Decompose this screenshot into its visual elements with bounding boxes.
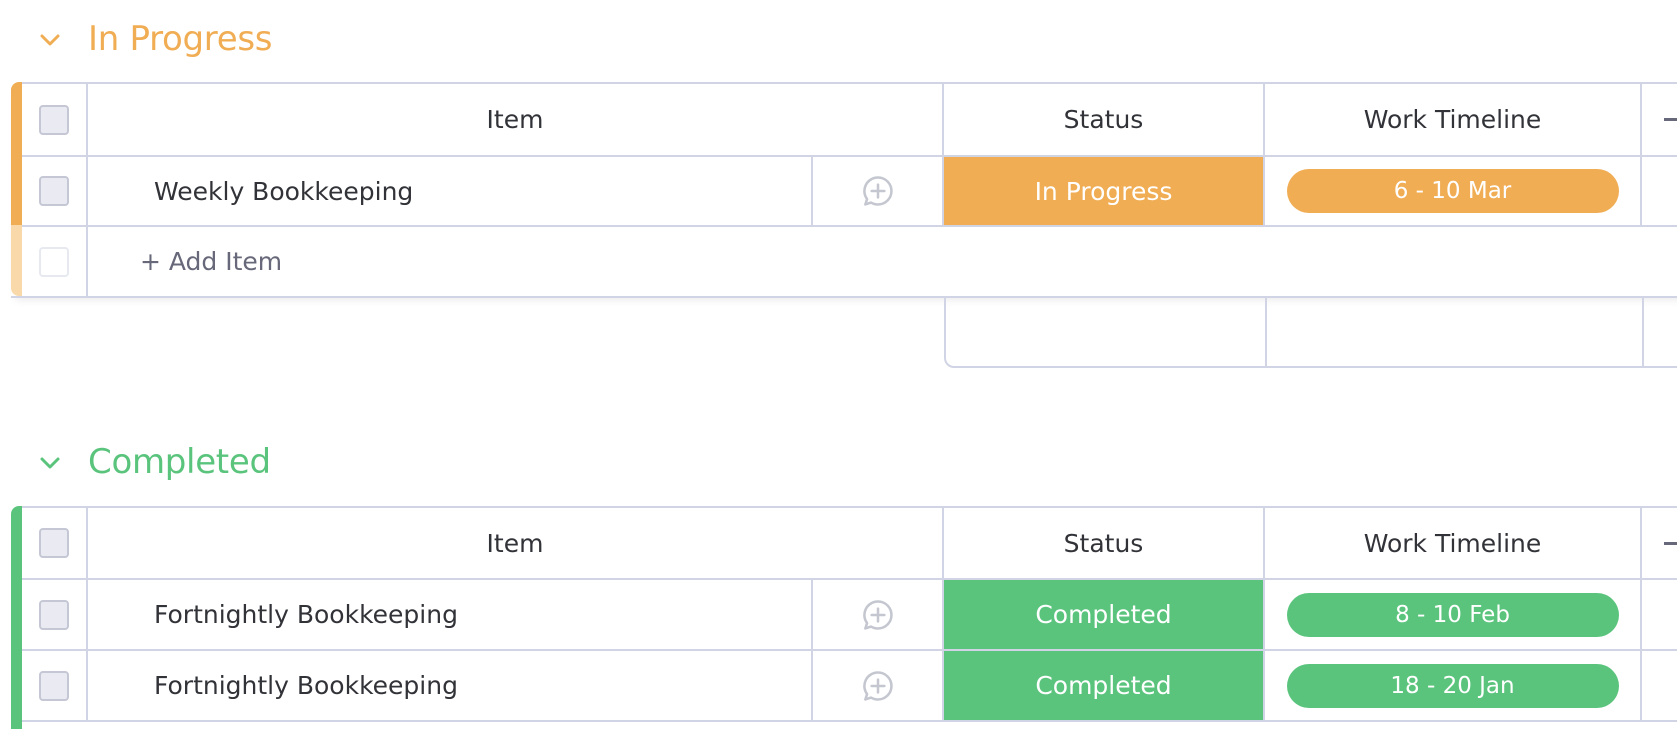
row-checkbox[interactable] xyxy=(39,670,69,701)
table-header-row: Item Status Work Timeline xyxy=(11,506,1677,578)
column-header-label: Work Timeline xyxy=(1363,105,1542,134)
group-table-in-progress: Item Status Work Timeline Weekly Bookkee… xyxy=(11,82,1677,298)
timeline-label: 18 - 20 Jan xyxy=(1390,672,1515,699)
group-color-bar xyxy=(11,225,22,296)
column-header-status[interactable]: Status xyxy=(944,506,1265,578)
item-name[interactable]: Weekly Bookkeeping xyxy=(154,177,413,206)
table-row: Fortnightly Bookkeeping Completed 18 - 2… xyxy=(11,649,1677,729)
select-all-cell xyxy=(22,82,88,155)
summary-timeline-cell xyxy=(1267,296,1644,366)
empty-cell xyxy=(1642,155,1677,225)
item-name[interactable]: Fortnightly Bookkeeping xyxy=(154,671,458,700)
summary-status-cell xyxy=(946,296,1267,366)
column-header-item[interactable]: Item xyxy=(88,82,944,155)
updates-cell[interactable] xyxy=(813,578,944,649)
group-title[interactable]: In Progress xyxy=(88,19,272,59)
column-header-label: Status xyxy=(1063,105,1144,134)
add-row-select-cell xyxy=(22,225,88,296)
row-checkbox[interactable] xyxy=(39,599,69,630)
row-select-cell xyxy=(22,155,88,225)
group-color-bar xyxy=(11,649,22,729)
add-item-row: + Add Item xyxy=(11,225,1677,298)
add-update-icon[interactable] xyxy=(859,172,897,210)
item-name-cell[interactable]: Fortnightly Bookkeeping xyxy=(88,578,813,649)
timeline-label: 6 - 10 Mar xyxy=(1393,178,1512,204)
timeline-pill[interactable]: 8 - 10 Feb xyxy=(1286,592,1619,637)
timeline-label: 8 - 10 Feb xyxy=(1395,601,1510,628)
row-select-cell xyxy=(22,578,88,649)
chevron-down-icon[interactable] xyxy=(38,451,62,475)
group-color-bar xyxy=(11,155,22,225)
group-table-completed: Item Status Work Timeline Fortnightly Bo… xyxy=(11,506,1677,736)
status-label: Completed xyxy=(1035,671,1172,700)
status-cell[interactable]: In Progress xyxy=(944,155,1265,225)
column-header-status[interactable]: Status xyxy=(944,82,1265,155)
select-all-cell xyxy=(22,506,88,578)
add-column-cell[interactable] xyxy=(1642,506,1677,578)
empty-cell xyxy=(1642,578,1677,649)
timeline-pill[interactable]: 18 - 20 Jan xyxy=(1286,663,1619,708)
add-update-icon[interactable] xyxy=(859,667,897,705)
add-column-cell[interactable] xyxy=(1642,82,1677,155)
item-name-cell[interactable]: Weekly Bookkeeping xyxy=(88,155,813,225)
table-row: Fortnightly Bookkeeping Completed 8 - 10… xyxy=(11,578,1677,649)
table-header-row: Item Status Work Timeline xyxy=(11,82,1677,155)
status-cell[interactable]: Completed xyxy=(944,649,1265,722)
row-checkbox[interactable] xyxy=(39,176,69,206)
timeline-pill[interactable]: 6 - 10 Mar xyxy=(1286,169,1619,213)
timeline-cell[interactable]: 18 - 20 Jan xyxy=(1265,649,1642,722)
column-header-label: Item xyxy=(486,105,544,134)
updates-cell[interactable] xyxy=(813,155,944,225)
column-header-label: Status xyxy=(1063,528,1144,558)
plus-icon[interactable] xyxy=(1664,541,1677,545)
select-all-checkbox[interactable] xyxy=(39,528,69,558)
group-color-bar xyxy=(11,578,22,649)
column-header-item[interactable]: Item xyxy=(88,506,944,578)
group-color-bar xyxy=(11,506,22,578)
chevron-down-icon[interactable] xyxy=(38,28,62,52)
item-name-cell[interactable]: Fortnightly Bookkeeping xyxy=(88,649,813,722)
add-row-checkbox xyxy=(39,246,69,277)
add-item-cell[interactable]: + Add Item xyxy=(88,225,1677,296)
add-update-icon[interactable] xyxy=(859,596,897,634)
timeline-cell[interactable]: 6 - 10 Mar xyxy=(1265,155,1642,225)
column-header-label: Item xyxy=(486,528,544,558)
status-cell[interactable]: Completed xyxy=(944,578,1265,649)
group-color-bar xyxy=(11,82,22,155)
plus-icon[interactable] xyxy=(1664,118,1677,121)
empty-cell xyxy=(1642,649,1677,722)
updates-cell[interactable] xyxy=(813,649,944,722)
status-label: In Progress xyxy=(1034,176,1173,206)
row-select-cell xyxy=(22,649,88,722)
select-all-checkbox[interactable] xyxy=(39,104,69,135)
status-label: Completed xyxy=(1035,600,1172,629)
timeline-cell[interactable]: 8 - 10 Feb xyxy=(1265,578,1642,649)
add-item-button[interactable]: + Add Item xyxy=(140,247,282,276)
group-title[interactable]: Completed xyxy=(88,442,271,482)
table-row: Weekly Bookkeeping In Progress 6 - 10 Ma… xyxy=(11,155,1677,225)
column-header-timeline[interactable]: Work Timeline xyxy=(1265,506,1642,578)
group-summary-row xyxy=(944,296,1677,368)
column-header-label: Work Timeline xyxy=(1363,528,1542,558)
column-header-timeline[interactable]: Work Timeline xyxy=(1265,82,1642,155)
item-name[interactable]: Fortnightly Bookkeeping xyxy=(154,600,458,629)
